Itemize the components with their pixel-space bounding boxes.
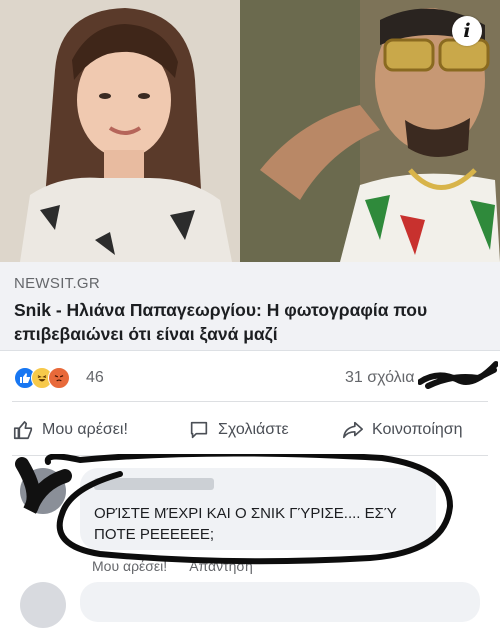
link-preview-image[interactable]: i [0,0,500,262]
share-label: Κοινοποίηση [372,421,463,438]
thumbs-up-icon [13,421,33,440]
like-button[interactable]: Μου αρέσει! [12,419,128,441]
like-label: Μου αρέσει! [42,421,128,438]
hand-drawn-circle [15,454,454,565]
angry-icon [48,367,70,389]
comment-count[interactable]: 31 σχόλια [345,369,414,387]
link-source: NEWSIT.GR [14,275,101,292]
share-button[interactable]: Κοινοποίηση [342,419,463,441]
comment-icon [190,421,208,439]
divider [12,401,488,402]
avatar[interactable] [20,582,66,628]
link-preview-box[interactable]: NEWSIT.GR Snik - Ηλιάνα Παπαγεωργίου: Η … [0,262,500,351]
photo-woman [0,0,240,262]
reaction-count[interactable]: 46 [86,369,104,387]
link-title[interactable]: Snik - Ηλιάνα Παπαγεωργίου: Η φωτογραφία… [14,298,484,346]
share-icon [343,421,363,439]
reactions-bar: 46 31 σχόλια [0,352,500,402]
scribble-redaction [418,361,498,389]
comment-button[interactable]: Σχολιάστε [188,419,289,441]
info-icon[interactable]: i [452,16,482,46]
comment-label: Σχολιάστε [218,421,289,438]
comment-item: ΟΡΊΣΤΕ ΜΈΧΡΙ ΚΑΙ Ο ΣΝΙΚ ΓΎΡΙΣΕ.... ΕΣΎ Π… [0,454,500,628]
action-bar: Μου αρέσει! Σχολιάστε Κοινοποίηση [0,407,500,453]
comment-bubble[interactable] [80,582,480,622]
